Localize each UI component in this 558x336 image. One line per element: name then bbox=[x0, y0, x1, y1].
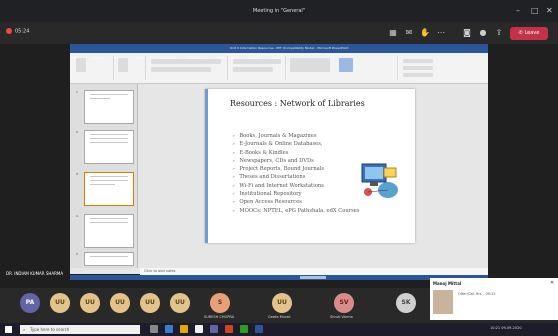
teams-icon[interactable] bbox=[210, 325, 218, 333]
font-selector[interactable] bbox=[151, 59, 221, 64]
clipboard-group bbox=[74, 56, 114, 80]
meeting-title: Meeting in "General" bbox=[0, 0, 558, 22]
search-icon: ⌕ bbox=[23, 327, 26, 332]
maximize-button[interactable]: □ bbox=[531, 0, 539, 22]
zoom-slider[interactable] bbox=[300, 276, 326, 279]
font-group bbox=[148, 56, 228, 80]
participant-avatar[interactable]: SV bbox=[334, 293, 354, 313]
bullet-item: Books, Journals & Magazines bbox=[232, 132, 407, 140]
slide-thumbnail[interactable] bbox=[84, 252, 134, 266]
slide-title: Resources : Network of Libraries bbox=[230, 99, 365, 108]
mic-icon[interactable]: ● bbox=[476, 26, 490, 40]
slides-group bbox=[116, 56, 146, 80]
participant-avatar[interactable]: SK bbox=[396, 293, 416, 313]
share-icon[interactable]: ⇪ bbox=[492, 26, 506, 40]
chat-icon[interactable]: ✉ bbox=[402, 26, 416, 40]
thumb-number: 4 bbox=[76, 214, 78, 218]
participant-name: Geeta Murali bbox=[268, 315, 291, 319]
bullet-item: E-Books & Kindles bbox=[232, 149, 407, 157]
paste-icon[interactable] bbox=[76, 58, 86, 72]
select-button[interactable] bbox=[403, 73, 433, 77]
participant-video-thumb bbox=[433, 290, 453, 314]
slide-thumbnail[interactable] bbox=[84, 214, 134, 248]
thumb-number: 3 bbox=[76, 172, 78, 176]
taskbar-search-box[interactable]: ⌕ Type here to search bbox=[20, 325, 140, 334]
powerpoint-icon[interactable] bbox=[225, 325, 233, 333]
participant-avatar[interactable]: UU bbox=[50, 293, 70, 313]
participant-avatar[interactable]: UU bbox=[110, 293, 130, 313]
word-icon[interactable] bbox=[255, 325, 263, 333]
chrome-icon[interactable] bbox=[240, 325, 248, 333]
pinned-participant-panel: Manoj Mittal Offer/Call Hrs – 09:25 ✕ bbox=[430, 278, 558, 320]
replace-button[interactable] bbox=[403, 66, 433, 70]
participant-avatar[interactable]: UU bbox=[80, 293, 100, 313]
slide-thumbnail[interactable] bbox=[84, 90, 134, 124]
slide-notes-field[interactable]: Click to add notes bbox=[140, 268, 488, 275]
bullet-item: MOOCs: NPTEL, ePG Pathshala, edX Courses bbox=[232, 207, 407, 215]
leave-button[interactable]: ✆ Leave bbox=[510, 27, 548, 40]
align-buttons[interactable] bbox=[233, 67, 273, 72]
store-icon[interactable] bbox=[195, 325, 203, 333]
system-clock[interactable]: 10:21 09-09-2020 bbox=[490, 326, 522, 330]
recording-icon bbox=[6, 28, 12, 34]
participant-avatar[interactable]: UU bbox=[170, 293, 190, 313]
new-slide-icon[interactable] bbox=[118, 58, 128, 72]
participant-avatar[interactable]: UU bbox=[140, 293, 160, 313]
close-icon[interactable]: ✕ bbox=[550, 280, 554, 286]
thumb-number: 1 bbox=[76, 90, 78, 94]
pinned-participant-status: Offer/Call Hrs – 09:25 bbox=[458, 292, 496, 296]
hand-icon[interactable]: ✋ bbox=[418, 26, 432, 40]
ppt-window-title: Unit II Information Resources - PPT [Com… bbox=[230, 46, 349, 50]
paragraph-group bbox=[230, 56, 286, 80]
font-format-buttons[interactable] bbox=[151, 67, 211, 72]
participant-name: SURESH CHOPRA bbox=[204, 315, 235, 319]
thumb-number: 5 bbox=[76, 252, 78, 256]
participant-avatar[interactable]: UU bbox=[272, 293, 292, 313]
more-icon[interactable]: ⋯ bbox=[434, 26, 448, 40]
bullet-buttons[interactable] bbox=[233, 59, 281, 64]
meeting-timer: 05:24 bbox=[6, 28, 29, 35]
file-explorer-icon[interactable] bbox=[180, 325, 188, 333]
drawing-group bbox=[288, 56, 398, 80]
pinned-participant-name: Manoj Mittal bbox=[433, 281, 462, 286]
quick-styles-icon[interactable] bbox=[339, 58, 354, 72]
meeting-toolbar bbox=[0, 22, 558, 44]
task-view-icon[interactable] bbox=[150, 325, 158, 333]
slide-thumbnail-selected[interactable] bbox=[84, 172, 134, 206]
slide-thumbnail[interactable] bbox=[84, 130, 134, 164]
camera-icon[interactable]: ◙ bbox=[460, 26, 474, 40]
find-button[interactable] bbox=[403, 59, 433, 63]
participant-name: Shruti Varma bbox=[330, 315, 353, 319]
thumb-number: 2 bbox=[76, 130, 78, 134]
windows-start-icon[interactable] bbox=[5, 326, 12, 333]
participant-avatar[interactable]: PA bbox=[20, 293, 40, 313]
grid-icon[interactable]: ▦ bbox=[386, 26, 400, 40]
edge-icon[interactable] bbox=[165, 325, 173, 333]
ppt-status-bar bbox=[70, 275, 488, 280]
library-network-illustration bbox=[361, 163, 398, 198]
participant-avatar[interactable]: S bbox=[210, 293, 230, 313]
close-button[interactable]: ✕ bbox=[546, 0, 553, 22]
shapes-gallery[interactable] bbox=[290, 58, 330, 72]
minimize-button[interactable]: – bbox=[516, 0, 520, 22]
editing-group bbox=[400, 56, 480, 80]
presenter-name: DR. INDIAM KUMAR SHARMA bbox=[6, 271, 64, 276]
bullet-item: E-Journals & Online Databases, bbox=[232, 140, 407, 148]
